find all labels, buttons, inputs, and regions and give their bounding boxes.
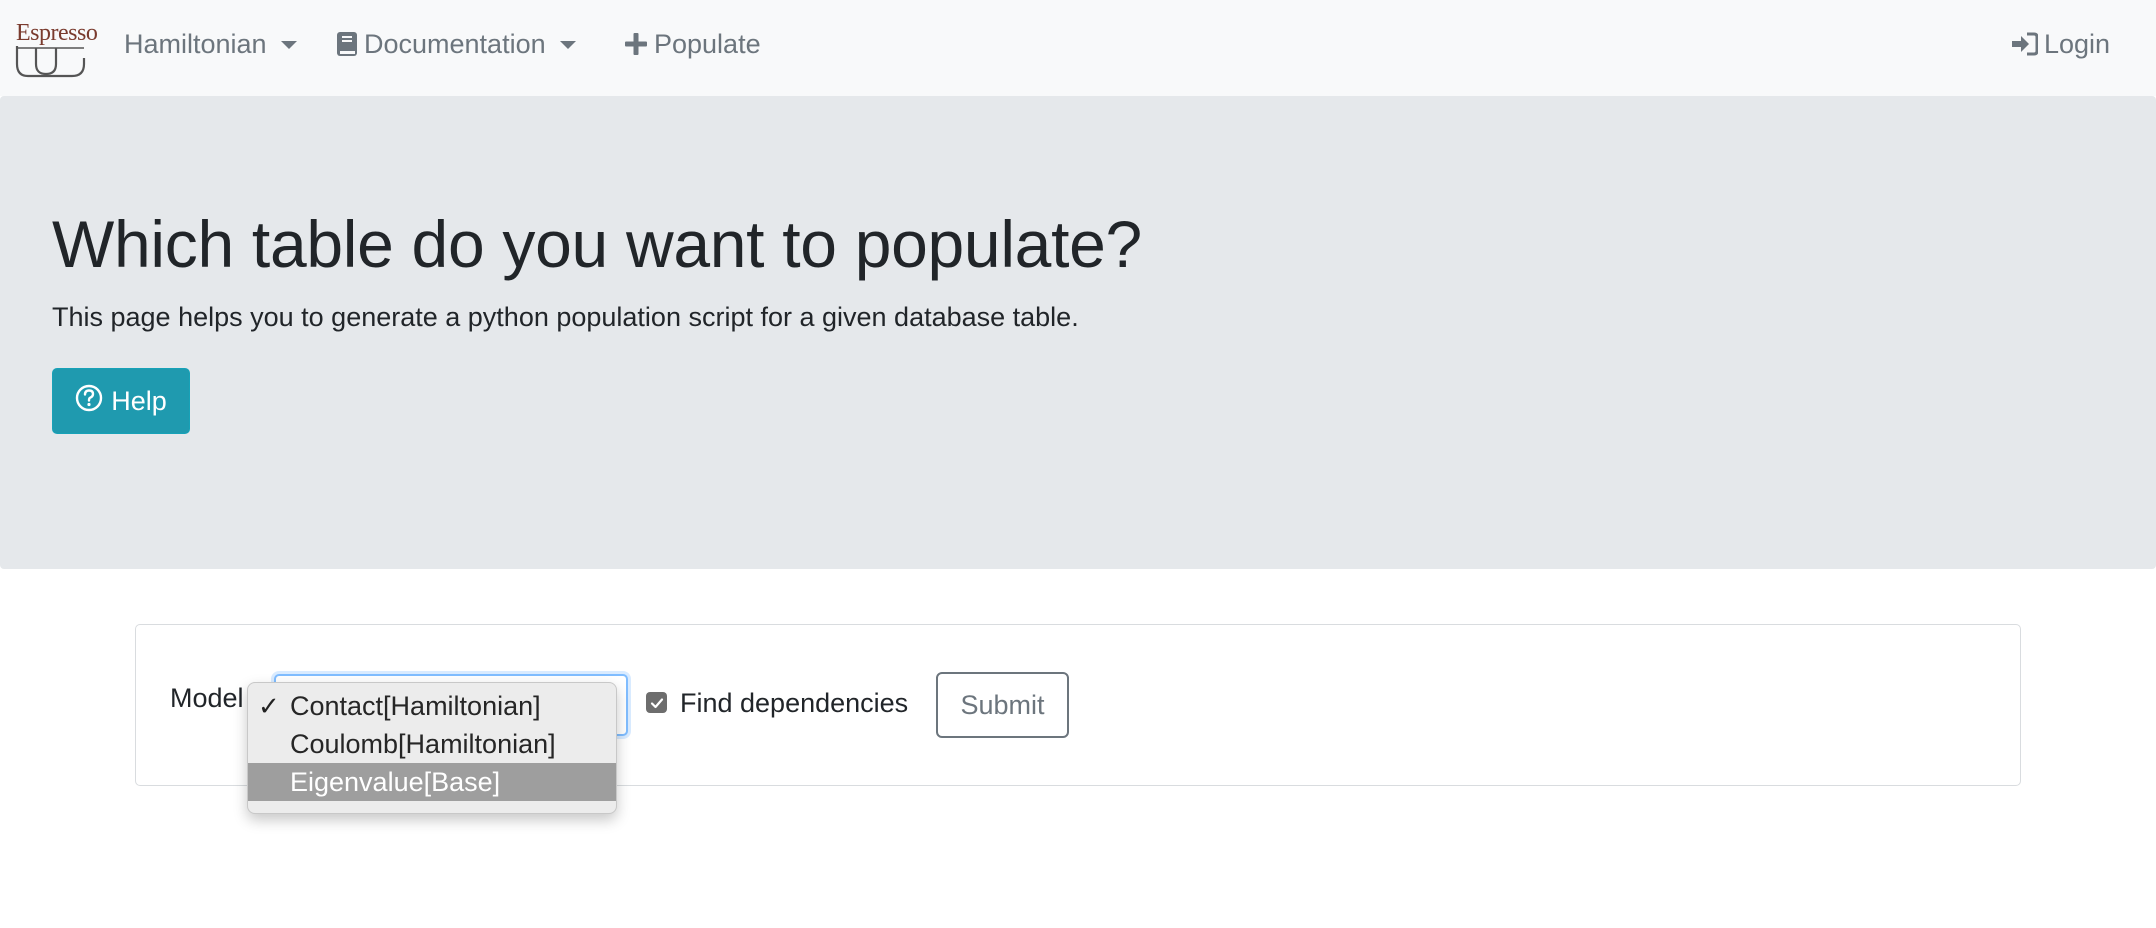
check-icon [650,697,663,708]
plus-icon [624,32,648,56]
chevron-down-icon [559,41,576,49]
chevron-down-icon [280,41,297,49]
find-dependencies-label[interactable]: Find dependencies [680,688,908,719]
sign-in-icon [2010,32,2038,56]
nav-hamiltonian-label: Hamiltonian [124,28,267,59]
help-button[interactable]: Help [52,368,190,434]
model-options-dropdown: ✓ Contact[Hamiltonian] Coulomb[Hamiltoni… [247,682,617,814]
page-description: This page helps you to generate a python… [52,302,1079,332]
model-label: Model [170,683,244,713]
submit-button[interactable]: Submit [936,672,1069,738]
find-dependencies-checkbox[interactable] [646,692,667,713]
option-contact-hamiltonian[interactable]: ✓ Contact[Hamiltonian] [248,687,616,725]
option-coulomb-hamiltonian[interactable]: Coulomb[Hamiltonian] [248,725,616,763]
nav-documentation-label: Documentation [364,28,546,59]
navbar: Espresso Hamiltonian Documentation Popul… [0,0,2156,96]
page-title: Which table do you want to populate? [52,207,1142,281]
option-label: Contact[Hamiltonian] [290,691,541,721]
option-label: Eigenvalue[Base] [290,767,501,797]
cup-icon [15,46,86,78]
nav-login-label: Login [2044,28,2111,59]
book-icon [336,31,358,57]
nav-documentation-dropdown[interactable]: Documentation [336,24,576,64]
nav-hamiltonian-dropdown[interactable]: Hamiltonian [124,24,297,64]
nav-login-link[interactable]: Login [2010,24,2110,64]
option-eigenvalue-base[interactable]: Eigenvalue[Base] [248,763,616,801]
nav-populate-link[interactable]: Populate [624,24,761,64]
option-label: Coulomb[Hamiltonian] [290,729,556,759]
nav-populate-label: Populate [654,28,761,59]
checkmark-icon: ✓ [258,691,280,721]
jumbotron: Which table do you want to populate? Thi… [0,96,2156,569]
brand-logo[interactable]: Espresso [14,16,98,80]
question-circle-icon [75,384,103,419]
help-button-label: Help [111,385,167,416]
brand-text: Espresso [16,20,98,46]
